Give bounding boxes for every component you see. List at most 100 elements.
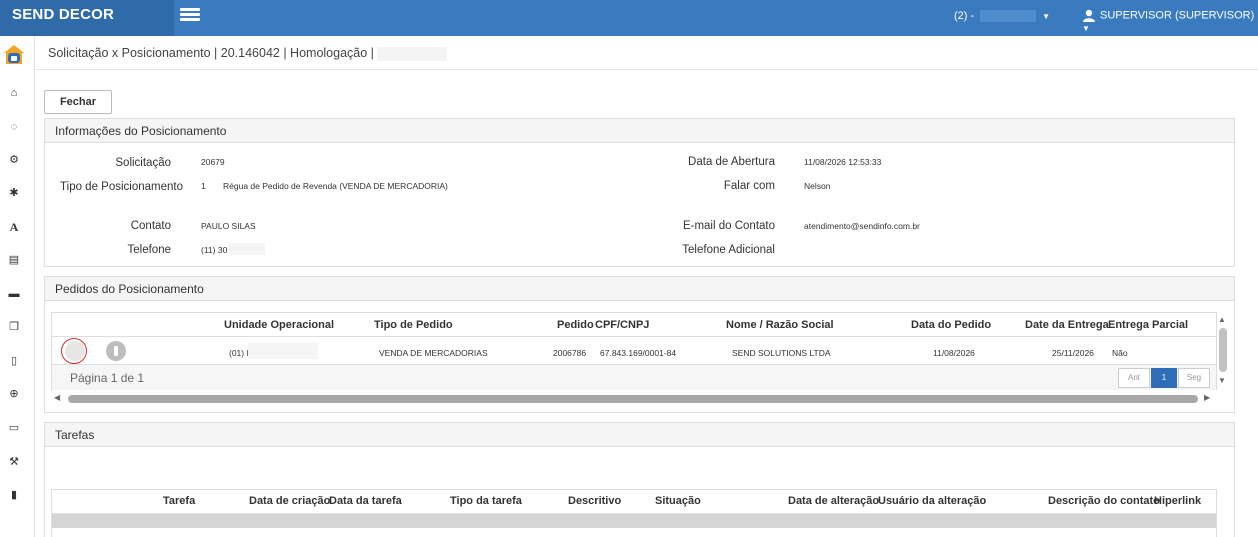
cell-parcial: Não	[1112, 348, 1128, 358]
unidade-redacted	[248, 343, 318, 359]
tarefas-table: Tarefa Data de criação Data da tarefa Ti…	[51, 489, 1217, 537]
info-panel: Informações do Posicionamento Solicitaçã…	[44, 118, 1235, 267]
tipo-label: Tipo de Posicionamento	[60, 181, 183, 193]
prev-page-button[interactable]: Ant	[1118, 368, 1150, 388]
pager-bar: Página 1 de 1 Ant 1 Seg	[52, 365, 1216, 390]
pedidos-panel: Pedidos do Posicionamento Unidade Operac…	[44, 276, 1235, 413]
col-cpf[interactable]: CPF/CNPJ	[595, 319, 649, 331]
col-descricao[interactable]: Descrição do contato	[1048, 495, 1160, 507]
col-tipo[interactable]: Tipo de Pedido	[374, 319, 453, 331]
view-icon[interactable]	[65, 341, 85, 361]
chevron-down-icon: ▼	[1042, 12, 1051, 21]
col-unidade[interactable]: Unidade Operacional	[224, 319, 334, 331]
cell-pedido: 2006786	[553, 348, 587, 358]
breadcrumb: Solicitação x Posicionamento | 20.146042…	[48, 46, 448, 61]
email-label: E-mail do Contato	[682, 220, 775, 232]
close-button[interactable]: Fechar	[44, 90, 112, 114]
table-row[interactable]: (01) I VENDA DE MERCADORIAS 2006786 67.8…	[52, 337, 1216, 365]
tel-adicional-label: Telefone Adicional	[682, 244, 775, 256]
pedidos-panel-title: Pedidos do Posicionamento	[45, 277, 1234, 301]
divider	[35, 69, 1258, 70]
pedidos-table-header: Unidade Operacional Tipo de Pedido Pedid…	[52, 313, 1216, 337]
company-name-redacted	[980, 10, 1037, 23]
col-descritivo[interactable]: Descritivo	[568, 495, 621, 507]
contato-value: PAULO SILAS	[201, 221, 256, 231]
page-1-button[interactable]: 1	[1151, 368, 1177, 388]
col-data[interactable]: Data do Pedido	[911, 319, 991, 331]
col-situacao[interactable]: Situação	[655, 495, 701, 507]
col-data-tarefa[interactable]: Data da tarefa	[329, 495, 402, 507]
file-icon[interactable]: ▯	[7, 354, 21, 368]
col-alteracao[interactable]: Data de alteração	[788, 495, 879, 507]
contato-label: Contato	[130, 220, 171, 232]
font-icon[interactable]: A	[7, 220, 21, 234]
col-parcial[interactable]: Entrega Parcial	[1108, 319, 1188, 331]
company-prefix: (2) -	[954, 10, 975, 22]
email-value: atendimento@sendinfo.com.br	[804, 221, 920, 231]
brand-logo[interactable]: SEND DECOR	[0, 0, 174, 36]
cell-nome: SEND SOLUTIONS LTDA	[732, 348, 831, 358]
breadcrumb-redacted	[377, 46, 448, 61]
col-usuario[interactable]: Usuário da alteração	[878, 495, 986, 507]
tarefas-panel-title: Tarefas	[45, 423, 1234, 447]
cell-entrega: 25/11/2026	[1052, 348, 1094, 358]
company-selector[interactable]: (2) - ▼	[954, 10, 1051, 23]
user-menu[interactable]: SUPERVISOR (SUPERVISOR) ▼	[1082, 9, 1258, 34]
tarefas-panel: Tarefas Tarefa Data de criação Data da t…	[44, 422, 1235, 537]
cell-tipo: VENDA DE MERCADORIAS	[379, 348, 488, 358]
solicitacao-value: 20679	[201, 157, 225, 167]
col-nome[interactable]: Nome / Razão Social	[726, 319, 834, 331]
tarefas-table-header: Tarefa Data de criação Data da tarefa Ti…	[52, 490, 1216, 514]
cell-data: 11/08/2026	[933, 348, 975, 358]
col-hiperlink[interactable]: Hiperlink	[1154, 495, 1201, 507]
car-icon[interactable]: ▬	[7, 287, 21, 301]
home-logo-icon[interactable]	[3, 44, 25, 66]
col-pedido[interactable]: Pedido	[557, 319, 594, 331]
telefone-label: Telefone	[127, 244, 171, 256]
tipo-value: Régua de Pedido de Revenda (VENDA DE MER…	[223, 181, 448, 191]
top-bar: SEND DECOR (2) - ▼ SUPERVISOR (SUPERVISOR…	[0, 0, 1258, 36]
next-page-button[interactable]: Seg	[1178, 368, 1210, 388]
col-criacao[interactable]: Data de criação	[249, 495, 330, 507]
telefone-value: (11) 30	[201, 245, 228, 255]
chevron-down-icon: ▼	[1082, 24, 1090, 33]
falar-value: Nelson	[804, 181, 831, 191]
document-icon[interactable]: ▮	[7, 488, 21, 502]
col-entrega[interactable]: Date da Entrega	[1025, 319, 1109, 331]
user-name: SUPERVISOR (SUPERVISOR)	[1100, 9, 1255, 22]
scroll-down-icon[interactable]: ▼	[1218, 376, 1226, 385]
col-tarefa[interactable]: Tarefa	[163, 495, 195, 507]
spinner-icon[interactable]: ◌	[7, 120, 21, 134]
info-panel-title: Informações do Posicionamento	[45, 119, 1234, 143]
gear-icon[interactable]: ✱	[7, 186, 21, 200]
col-tipo-tarefa[interactable]: Tipo da tarefa	[450, 495, 522, 507]
page-info: Página 1 de 1	[70, 371, 145, 385]
solicitacao-label: Solicitação	[115, 157, 171, 169]
telefone-redacted	[229, 243, 265, 255]
scroll-left-icon[interactable]: ◀	[54, 393, 60, 402]
home-icon[interactable]: ⌂	[7, 86, 21, 100]
falar-label: Falar com	[723, 180, 775, 192]
wrench-icon[interactable]: ⚒	[7, 455, 21, 469]
cell-cpf: 67.843.169/0001-84	[600, 348, 677, 358]
cogs-icon[interactable]: ⚙	[7, 153, 21, 167]
vertical-scrollbar[interactable]	[1219, 328, 1227, 372]
copy-icon[interactable]: ❐	[7, 320, 21, 334]
abertura-label: Data de Abertura	[688, 156, 775, 168]
scroll-right-icon[interactable]: ▶	[1204, 393, 1210, 402]
info-icon[interactable]	[106, 341, 126, 361]
abertura-value: 11/08/2026 12:53:33	[804, 157, 882, 167]
user-icon	[1083, 9, 1095, 22]
menu-toggle-icon[interactable]	[180, 8, 200, 22]
horizontal-scrollbar[interactable]	[68, 395, 1198, 403]
sidebar: ⌂ ◌ ⚙ ✱ A ▤ ▬ ❐ ▯ ⊕ ▭ ⚒ ▮	[0, 36, 35, 537]
tipo-code: 1	[201, 181, 206, 191]
scroll-up-icon[interactable]: ▲	[1218, 315, 1226, 324]
list-icon[interactable]: ▤	[7, 253, 21, 267]
pedidos-table: Unidade Operacional Tipo de Pedido Pedid…	[51, 312, 1217, 390]
globe-icon[interactable]: ⊕	[7, 387, 21, 401]
cell-unidade: (01) I	[229, 348, 249, 358]
empty-row	[52, 514, 1216, 528]
breadcrumb-text: Solicitação x Posicionamento | 20.146042…	[48, 46, 374, 60]
laptop-icon[interactable]: ▭	[7, 421, 21, 435]
